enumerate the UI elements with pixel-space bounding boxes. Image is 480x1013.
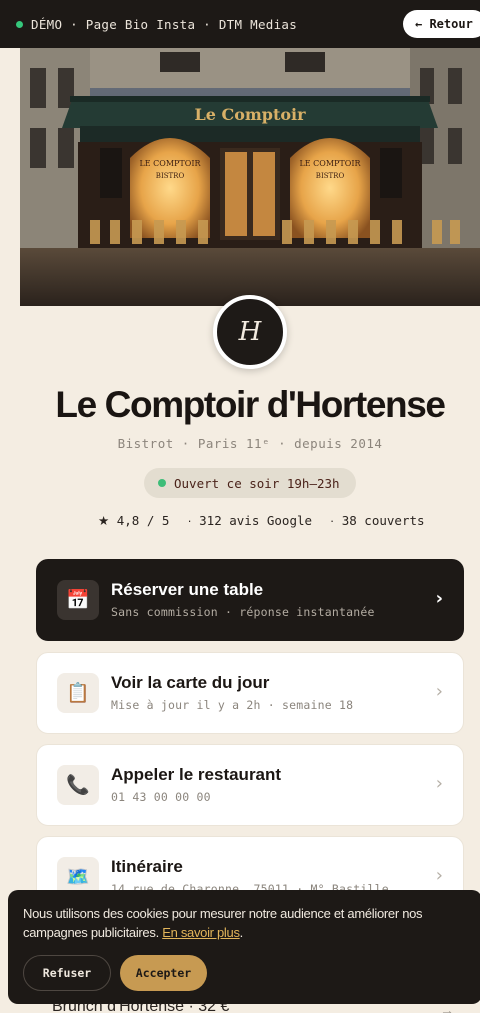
chevron-right-icon: › bbox=[435, 588, 443, 609]
rating-stat: ★ 4,8 / 5 bbox=[98, 513, 170, 528]
card-title: Voir la carte du jour bbox=[111, 673, 270, 692]
card-title: Réserver une table bbox=[111, 580, 264, 599]
open-status-text: Ouvert ce soir 19h–23h bbox=[174, 475, 340, 491]
chevron-right-icon: › bbox=[435, 865, 443, 886]
window-lettering-left: LE COMPTOIR bbox=[139, 159, 201, 168]
separator-dot: · bbox=[330, 514, 335, 528]
calendar-icon: 📅 bbox=[57, 580, 99, 620]
refuse-cookies-button[interactable]: Refuser bbox=[23, 955, 111, 991]
window-sub-left: BISTRO bbox=[156, 172, 185, 180]
accept-cookies-button[interactable]: Accepter bbox=[120, 955, 207, 991]
stats-row: ★ 4,8 / 5 · 312 avis Google · 38 couvert… bbox=[98, 513, 443, 528]
clipboard-icon: 📋 bbox=[57, 673, 99, 713]
storefront-sign: Le Comptoir bbox=[194, 105, 306, 124]
card-subtitle: 01 43 00 00 00 bbox=[111, 790, 211, 804]
card-title: Appeler le restaurant bbox=[111, 765, 282, 784]
reserve-table-button[interactable]: 📅 Réserver une table Sans commission · r… bbox=[36, 559, 464, 641]
back-button[interactable]: ← Retour bbox=[403, 10, 480, 38]
demo-label: DÉMO · Page Bio Insta · DTM Medias bbox=[31, 16, 298, 32]
call-restaurant-button[interactable]: 📞 Appeler le restaurant 01 43 00 00 00 › bbox=[36, 744, 464, 826]
storefront-illustration: Le Comptoir LE COMPTOIR BISTRO LE COMPTO… bbox=[20, 48, 480, 306]
page-title: Le Comptoir d'Hortense bbox=[55, 384, 446, 425]
cookie-text: Nous utilisons des cookies pour mesurer … bbox=[23, 906, 423, 940]
chevron-right-icon: › bbox=[435, 773, 443, 794]
open-status-dot bbox=[158, 479, 166, 487]
hero-image: Le Comptoir LE COMPTOIR BISTRO LE COMPTO… bbox=[20, 48, 480, 306]
star-icon: ★ bbox=[98, 514, 110, 528]
reviews-stat: · 312 avis Google bbox=[187, 513, 313, 528]
chevron-right-icon: › bbox=[435, 681, 443, 702]
cookie-banner: Nous utilisons des cookies pour mesurer … bbox=[8, 890, 480, 1004]
phone-icon: 📞 bbox=[57, 765, 99, 805]
separator-dot: · bbox=[187, 514, 192, 528]
learn-more-link[interactable]: En savoir plus bbox=[162, 925, 240, 940]
menu-of-the-day-button[interactable]: 📋 Voir la carte du jour Mise à jour il y… bbox=[36, 652, 464, 734]
covers-stat: · 38 couverts bbox=[330, 513, 425, 528]
card-subtitle: Mise à jour il y a 2h · semaine 18 bbox=[111, 698, 354, 712]
live-status-dot bbox=[16, 20, 23, 28]
page-subtitle: Bistrot · Paris 11ᵉ · depuis 2014 bbox=[117, 436, 383, 451]
card-subtitle: Sans commission · réponse instantanée bbox=[111, 605, 375, 619]
window-sub-right: BISTRO bbox=[316, 172, 345, 180]
avatar: H bbox=[213, 295, 287, 369]
card-title: Itinéraire bbox=[111, 857, 183, 876]
window-lettering-right: LE COMPTOIR bbox=[299, 159, 361, 168]
avatar-letter: H bbox=[238, 317, 262, 347]
open-status-badge: Ouvert ce soir 19h–23h bbox=[144, 468, 356, 498]
